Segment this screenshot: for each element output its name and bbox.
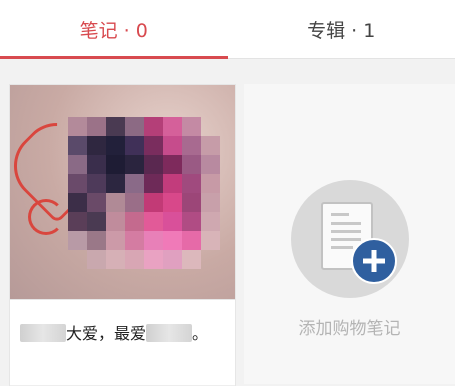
caption-text-2: 。	[192, 324, 208, 343]
caption-text-1: 大爱，最爱	[66, 324, 146, 343]
pixelated-product-image	[68, 117, 220, 269]
tab-albums[interactable]: 专辑 · 1	[228, 0, 455, 58]
swirl-doodle	[28, 199, 64, 235]
add-note-label: 添加购物笔记	[244, 314, 455, 339]
note-photo	[10, 85, 235, 299]
note-caption: 大爱，最爱 。	[10, 299, 235, 386]
note-card[interactable]: 大爱，最爱 。	[9, 84, 236, 386]
tab-bar: 笔记 · 0 专辑 · 1	[0, 0, 455, 59]
blurred-text	[20, 324, 66, 342]
add-note-panel[interactable]: 添加购物笔记	[244, 84, 455, 384]
add-note-button[interactable]	[291, 180, 409, 298]
tab-notes[interactable]: 笔记 · 0	[0, 0, 228, 58]
blurred-text	[146, 324, 192, 342]
plus-icon	[351, 238, 397, 284]
